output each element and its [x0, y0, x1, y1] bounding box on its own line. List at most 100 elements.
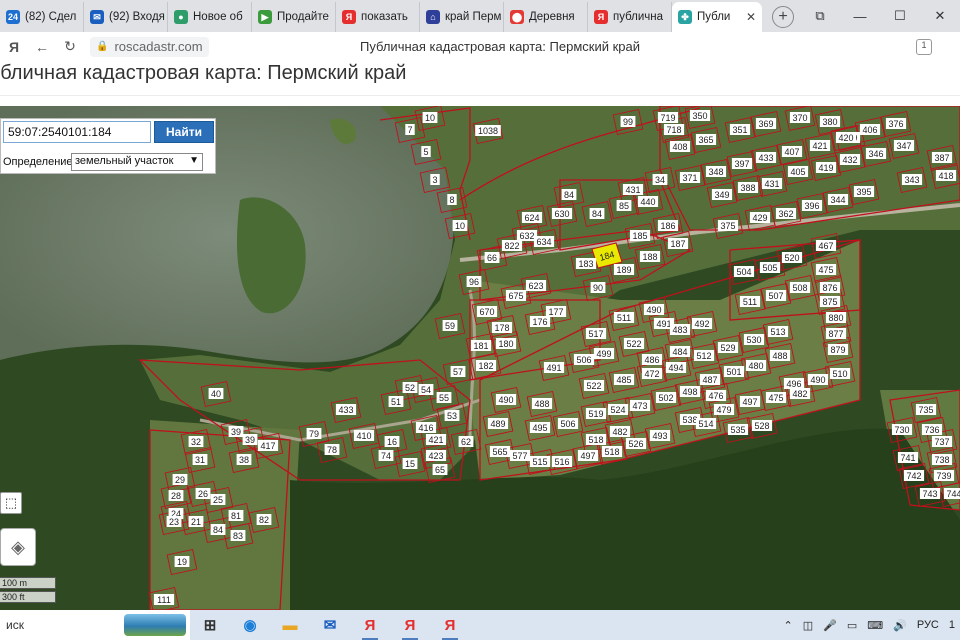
parcel-label[interactable]: 182: [475, 360, 497, 371]
url-field[interactable]: 🔒 roscadastr.com: [90, 36, 209, 57]
speaker-icon[interactable]: 🔊: [893, 619, 907, 632]
parcel-label[interactable]: 32: [188, 436, 204, 447]
parcel-label[interactable]: 738: [931, 454, 953, 465]
parcel-label[interactable]: 420: [835, 132, 857, 143]
parcel-label[interactable]: 670: [476, 306, 498, 317]
parcel-label[interactable]: 742: [903, 470, 925, 481]
chevron-up-icon[interactable]: ⌃: [784, 619, 793, 632]
parcel-label[interactable]: 181: [470, 340, 492, 351]
parcel-label[interactable]: 475: [815, 264, 837, 275]
parcel-label[interactable]: 178: [491, 322, 513, 333]
parcel-label[interactable]: 524: [607, 404, 629, 415]
reload-icon[interactable]: ↻: [56, 38, 84, 55]
parcel-label[interactable]: 39: [242, 434, 258, 445]
parcel-label[interactable]: 482: [609, 426, 631, 437]
parcel-label[interactable]: 876: [819, 282, 841, 293]
parcel-label[interactable]: 741: [897, 452, 919, 463]
parcel-label[interactable]: 483: [669, 324, 691, 335]
parcel-label[interactable]: 371: [679, 172, 701, 183]
parcel-label[interactable]: 501: [723, 366, 745, 377]
parcel-label[interactable]: 346: [865, 148, 887, 159]
parcel-label[interactable]: 83: [230, 530, 246, 541]
parcel-label[interactable]: 57: [450, 366, 466, 377]
parcel-label[interactable]: 624: [521, 212, 543, 223]
parcel-label[interactable]: 423: [425, 450, 447, 461]
parcel-label[interactable]: 19: [174, 556, 190, 567]
extension-icon[interactable]: 1: [916, 39, 932, 55]
language-indicator[interactable]: РУС: [917, 619, 939, 631]
parcel-label[interactable]: 505: [759, 262, 781, 273]
parcel-label[interactable]: 488: [531, 398, 553, 409]
parcel-label[interactable]: 407: [781, 146, 803, 157]
microphone-icon[interactable]: 🎤: [823, 619, 837, 632]
parcel-label[interactable]: 176: [529, 316, 551, 327]
parcel-label[interactable]: 565: [489, 446, 511, 457]
parcel-label[interactable]: 362: [775, 208, 797, 219]
parcel-label[interactable]: 408: [669, 141, 691, 152]
parcel-label[interactable]: 111: [153, 594, 175, 605]
parcel-label[interactable]: 82: [256, 514, 272, 525]
parcel-label[interactable]: 421: [809, 140, 831, 151]
parcel-label[interactable]: 410: [353, 430, 375, 441]
parcel-label[interactable]: 529: [717, 342, 739, 353]
clock[interactable]: 1: [949, 619, 955, 631]
parcel-label[interactable]: 406: [859, 124, 881, 135]
parcel-label[interactable]: 397: [731, 158, 753, 169]
parcel-label[interactable]: 433: [755, 152, 777, 163]
parcel-label[interactable]: 380: [819, 116, 841, 127]
parcel-label[interactable]: 186: [657, 220, 679, 231]
parcel-label[interactable]: 21: [188, 516, 204, 527]
parcel-label[interactable]: 508: [789, 282, 811, 293]
parcel-label[interactable]: 84: [589, 208, 605, 219]
parcel-label[interactable]: 510: [829, 368, 851, 379]
parcel-label[interactable]: 8: [447, 194, 457, 205]
tab-1[interactable]: ✉ (92) Входя: [84, 2, 168, 32]
parcel-label[interactable]: 675: [505, 290, 527, 301]
parcel-label[interactable]: 519: [585, 408, 607, 419]
parcel-label[interactable]: 476: [705, 390, 727, 401]
parcel-label[interactable]: 498: [679, 386, 701, 397]
parcel-label[interactable]: 739: [933, 470, 955, 481]
parcel-label[interactable]: 522: [583, 380, 605, 391]
parcel-label[interactable]: 432: [839, 154, 861, 165]
parcel-label[interactable]: 40: [208, 388, 224, 399]
parcel-label[interactable]: 396: [801, 200, 823, 211]
parcel-label[interactable]: 499: [593, 348, 615, 359]
parcel-label[interactable]: 440: [637, 196, 659, 207]
parcel-label[interactable]: 577: [509, 450, 531, 461]
parcel-label[interactable]: 375: [717, 220, 739, 231]
parcel-label[interactable]: 52: [402, 382, 418, 393]
parcel-label[interactable]: 188: [639, 251, 661, 262]
parcel-label[interactable]: 31: [192, 454, 208, 465]
parcel-label[interactable]: 530: [743, 334, 765, 345]
parcel-label[interactable]: 522: [623, 338, 645, 349]
back-arrow-icon[interactable]: ←: [28, 39, 56, 55]
minimize-icon[interactable]: —: [840, 9, 880, 24]
parcel-label[interactable]: 730: [891, 424, 913, 435]
parcel-label[interactable]: 822: [501, 240, 523, 251]
parcel-label[interactable]: 528: [751, 420, 773, 431]
parcel-label[interactable]: 421: [425, 434, 447, 445]
parcel-label[interactable]: 507: [765, 290, 787, 301]
parcel-label[interactable]: 347: [893, 140, 915, 151]
parcel-label[interactable]: 343: [901, 174, 923, 185]
parcel-label[interactable]: 395: [853, 186, 875, 197]
parcel-label[interactable]: 85: [616, 200, 632, 211]
parcel-label[interactable]: 467: [815, 240, 837, 251]
yandex-logo-icon[interactable]: Я: [0, 39, 28, 55]
parcel-label[interactable]: 99: [620, 116, 636, 127]
parcel-label[interactable]: 74: [378, 450, 394, 461]
parcel-label[interactable]: 15: [402, 458, 418, 469]
parcel-label[interactable]: 5: [421, 146, 431, 157]
parcel-label[interactable]: 418: [935, 170, 957, 181]
map-canvas[interactable]: 9971935071835136937038037942040637640836…: [0, 106, 960, 610]
parcel-label[interactable]: 81: [228, 510, 244, 521]
parcel-label[interactable]: 38: [236, 454, 252, 465]
parcel-label[interactable]: 34: [652, 174, 668, 185]
parcel-label[interactable]: 491: [543, 362, 565, 373]
file-explorer-icon[interactable]: ▬: [270, 610, 310, 640]
tab-2[interactable]: ● Новое об: [168, 2, 252, 32]
taskbar-search[interactable]: иск: [0, 610, 190, 640]
parcel-label[interactable]: 28: [168, 490, 184, 501]
parcel-label[interactable]: 488: [769, 350, 791, 361]
